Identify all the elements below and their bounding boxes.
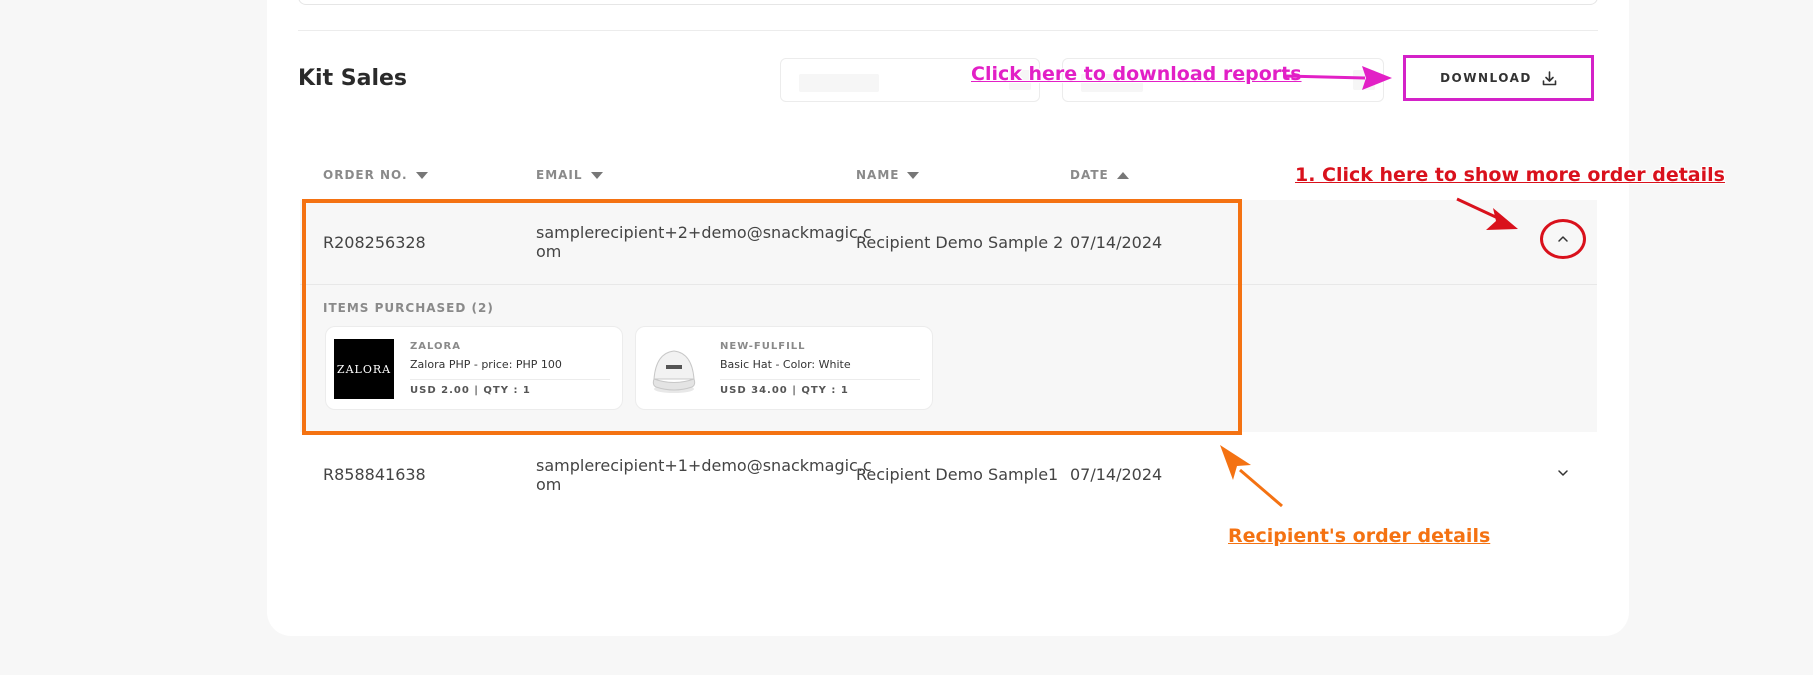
annotation-arrow-download-head bbox=[1362, 66, 1392, 90]
annotation-arrow-download-shaft bbox=[1284, 74, 1366, 80]
annotation-arrows bbox=[1220, 66, 1518, 508]
annotation-arrow-details-shaft bbox=[1239, 468, 1283, 508]
annotation-arrow-expand-head bbox=[1486, 208, 1518, 230]
